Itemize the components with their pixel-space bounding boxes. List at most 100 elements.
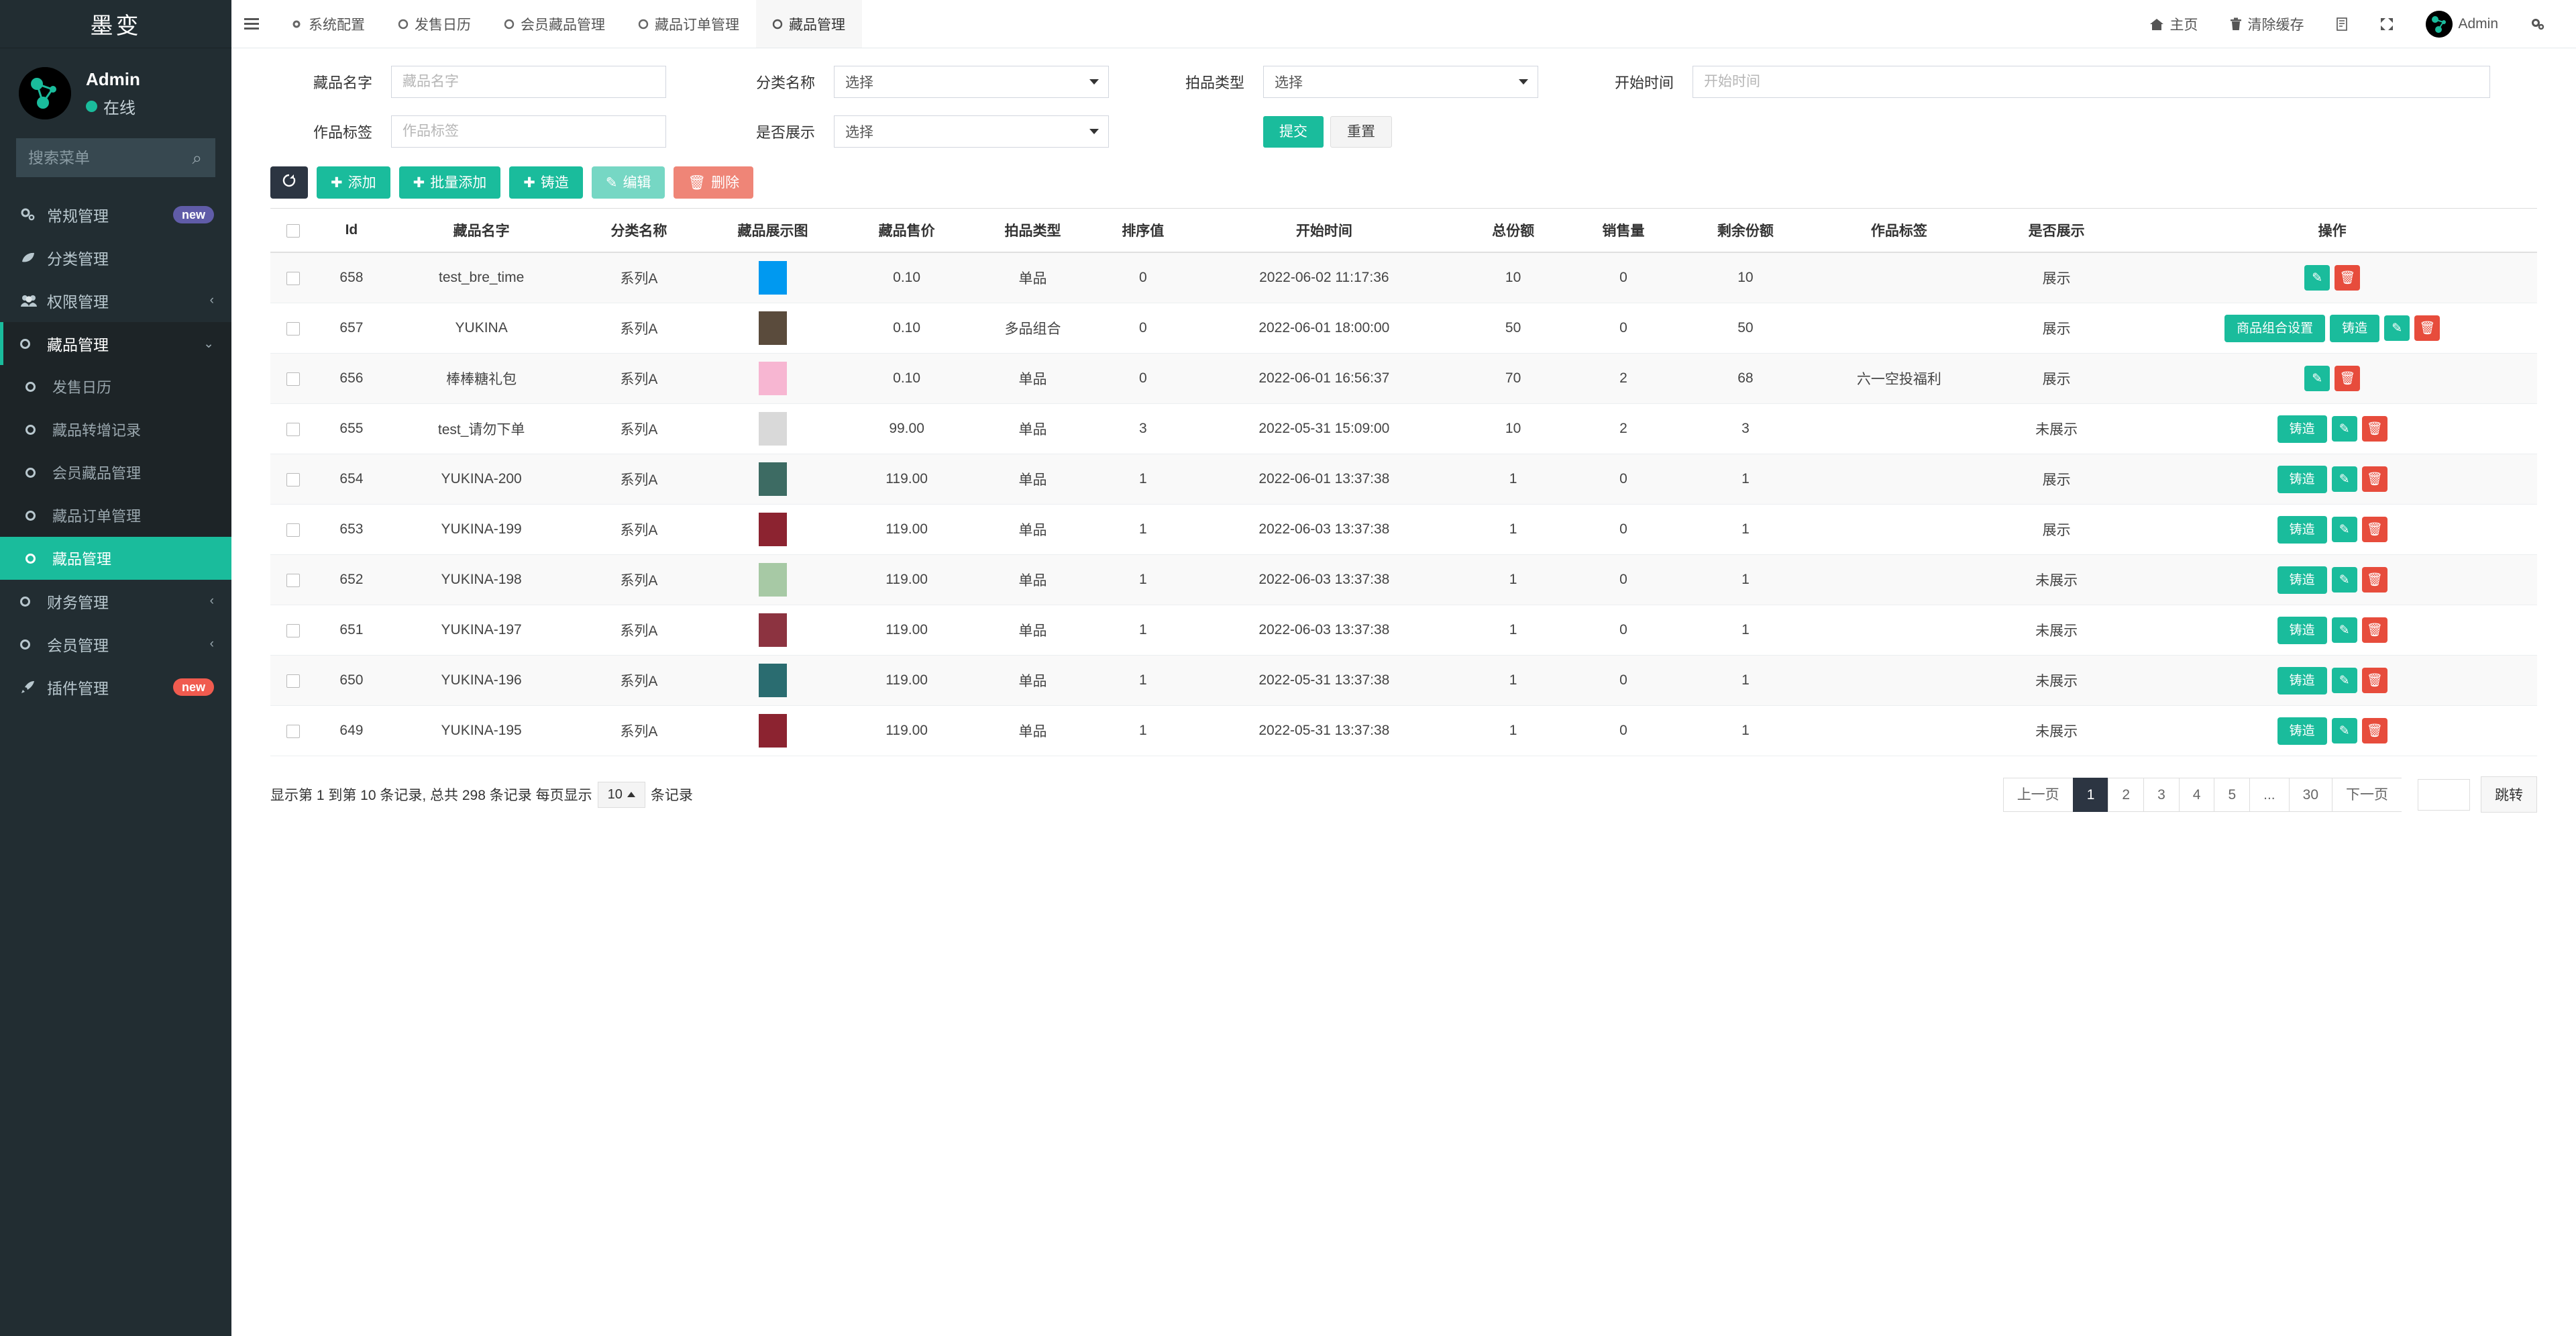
filter-show-select[interactable]: 选择: [834, 115, 1109, 148]
row-checkbox[interactable]: [286, 472, 301, 486]
page-size-select[interactable]: 10: [597, 781, 645, 808]
row-edit-button[interactable]: ✎: [2331, 466, 2357, 493]
row-edit-button[interactable]: ✎: [2331, 567, 2357, 593]
row-edit-button[interactable]: ✎: [2304, 265, 2330, 291]
sidebar-subitem-member-collections[interactable]: 会员藏品管理: [0, 451, 231, 494]
row-edit-button[interactable]: ✎: [2331, 617, 2357, 644]
row-select-cell[interactable]: [270, 353, 317, 405]
row-edit-button[interactable]: ✎: [2331, 517, 2357, 543]
mint-button[interactable]: ✚ 铸造: [509, 166, 583, 199]
hamburger-icon[interactable]: [231, 0, 274, 48]
add-button[interactable]: ✚ 添加: [317, 166, 390, 199]
col-select-all[interactable]: [270, 208, 317, 254]
sidebar-search[interactable]: ⌕: [16, 138, 215, 177]
tab-system-config[interactable]: 系统配置: [274, 0, 382, 48]
table-row[interactable]: 654 YUKINA-200 系列A 119.00 单品 1 2022-06-01 13:3…: [270, 454, 2537, 505]
sidebar-item-plugins[interactable]: 插件管理 new: [0, 666, 231, 709]
row-action-button[interactable]: 铸造: [2277, 666, 2327, 695]
row-action-button[interactable]: 铸造: [2277, 616, 2327, 644]
row-edit-button[interactable]: ✎: [2331, 668, 2357, 694]
page-button-5[interactable]: 5: [2214, 777, 2250, 812]
cell-thumbnail[interactable]: [702, 705, 844, 757]
row-select-cell[interactable]: [270, 504, 317, 556]
page-button-3[interactable]: 3: [2143, 777, 2179, 812]
submit-button[interactable]: 提交: [1263, 115, 1324, 148]
row-edit-button[interactable]: ✎: [2384, 315, 2410, 342]
row-checkbox[interactable]: [286, 724, 301, 738]
row-checkbox[interactable]: [286, 523, 301, 537]
row-action-button[interactable]: 铸造: [2277, 465, 2327, 493]
search-icon[interactable]: ⌕: [191, 149, 203, 166]
row-delete-button[interactable]: 🗑: [2361, 668, 2387, 694]
sidebar-item-finance[interactable]: 财务管理 ‹: [0, 580, 231, 623]
page-button-30[interactable]: 30: [2288, 777, 2332, 812]
table-row[interactable]: 650 YUKINA-196 系列A 119.00 单品 1 2022-05-31 13:3…: [270, 655, 2537, 707]
row-checkbox[interactable]: [286, 623, 301, 637]
row-checkbox[interactable]: [286, 422, 301, 436]
filter-category-select[interactable]: 选择: [834, 66, 1109, 98]
row-action-button[interactable]: 铸造: [2277, 717, 2327, 745]
row-select-cell[interactable]: [270, 605, 317, 656]
page-button-2[interactable]: 2: [2108, 777, 2144, 812]
cell-thumbnail[interactable]: [702, 655, 844, 707]
row-delete-button[interactable]: 🗑: [2414, 315, 2440, 342]
user-menu[interactable]: Admin: [2410, 0, 2514, 48]
tab-member-collections[interactable]: 会员藏品管理: [488, 0, 622, 48]
cell-thumbnail[interactable]: [702, 252, 844, 304]
row-select-cell[interactable]: [270, 454, 317, 505]
table-row[interactable]: 649 YUKINA-195 系列A 119.00 单品 1 2022-05-31 13:3…: [270, 705, 2537, 757]
page-button-4[interactable]: 4: [2178, 777, 2214, 812]
table-row[interactable]: 657 YUKINA 系列A 0.10 多品组合 0 2022-06-01 18:00:00…: [270, 303, 2537, 354]
cell-thumbnail[interactable]: [702, 454, 844, 505]
row-select-cell[interactable]: [270, 554, 317, 606]
sidebar-subitem-sale-calendar[interactable]: 发售日历: [0, 365, 231, 408]
edit-button[interactable]: ✎ 编辑: [591, 166, 665, 199]
select-all-checkbox[interactable]: [286, 223, 301, 238]
row-select-cell[interactable]: [270, 705, 317, 757]
row-action-button[interactable]: 铸造: [2277, 415, 2327, 443]
sidebar-item-general[interactable]: 常规管理 new: [0, 193, 231, 236]
fullscreen-button[interactable]: [2364, 0, 2410, 48]
row-delete-button[interactable]: 🗑: [2361, 466, 2387, 493]
row-select-cell[interactable]: [270, 303, 317, 354]
reset-button[interactable]: 重置: [1330, 115, 1392, 148]
clear-cache-button[interactable]: 清除缓存: [2214, 0, 2320, 48]
jump-button[interactable]: 跳转: [2481, 776, 2537, 813]
avatar[interactable]: [19, 67, 71, 119]
prev-page-button[interactable]: 上一页: [2002, 777, 2073, 812]
table-row[interactable]: 656 棒棒糖礼包 系列A 0.10 单品 0 2022-06-01 16:56:37 70 2…: [270, 353, 2537, 405]
row-action-button[interactable]: 铸造: [2277, 515, 2327, 544]
sidebar-item-permission[interactable]: 权限管理 ‹: [0, 279, 231, 322]
cell-thumbnail[interactable]: [702, 554, 844, 606]
cell-thumbnail[interactable]: [702, 504, 844, 556]
row-edit-button[interactable]: ✎: [2304, 366, 2330, 392]
filter-tag-input[interactable]: [391, 115, 666, 148]
row-action-button[interactable]: 商品组合设置: [2224, 314, 2326, 342]
sidebar-subitem-collection-management[interactable]: 藏品管理: [0, 537, 231, 580]
row-select-cell[interactable]: [270, 252, 317, 304]
row-checkbox[interactable]: [286, 573, 301, 587]
tab-collection-orders[interactable]: 藏品订单管理: [622, 0, 756, 48]
filter-name-input[interactable]: [391, 66, 666, 98]
row-edit-button[interactable]: ✎: [2331, 416, 2357, 442]
sidebar-item-collection[interactable]: 藏品管理 ⌄: [0, 322, 231, 365]
row-checkbox[interactable]: [286, 271, 301, 285]
delete-button[interactable]: 🗑 删除: [674, 166, 754, 199]
tab-collection-management[interactable]: 藏品管理: [756, 0, 862, 48]
row-select-cell[interactable]: [270, 403, 317, 455]
tab-sale-calendar[interactable]: 发售日历: [382, 0, 488, 48]
cell-thumbnail[interactable]: [702, 303, 844, 354]
page-button-1[interactable]: 1: [2072, 777, 2108, 812]
table-row[interactable]: 655 test_请勿下单 系列A 99.00 单品 3 2022-05-31 15:09:…: [270, 403, 2537, 455]
row-delete-button[interactable]: 🗑: [2361, 617, 2387, 644]
row-action-button[interactable]: 铸造: [2330, 314, 2380, 342]
search-input[interactable]: [28, 148, 191, 167]
table-row[interactable]: 652 YUKINA-198 系列A 119.00 单品 1 2022-06-03 13:3…: [270, 554, 2537, 606]
theme-button[interactable]: [2320, 0, 2364, 48]
row-checkbox[interactable]: [286, 674, 301, 688]
sidebar-item-category[interactable]: 分类管理: [0, 236, 231, 279]
row-delete-button[interactable]: 🗑: [2334, 265, 2361, 291]
cell-thumbnail[interactable]: [702, 605, 844, 656]
row-checkbox[interactable]: [286, 321, 301, 336]
row-select-cell[interactable]: [270, 655, 317, 707]
